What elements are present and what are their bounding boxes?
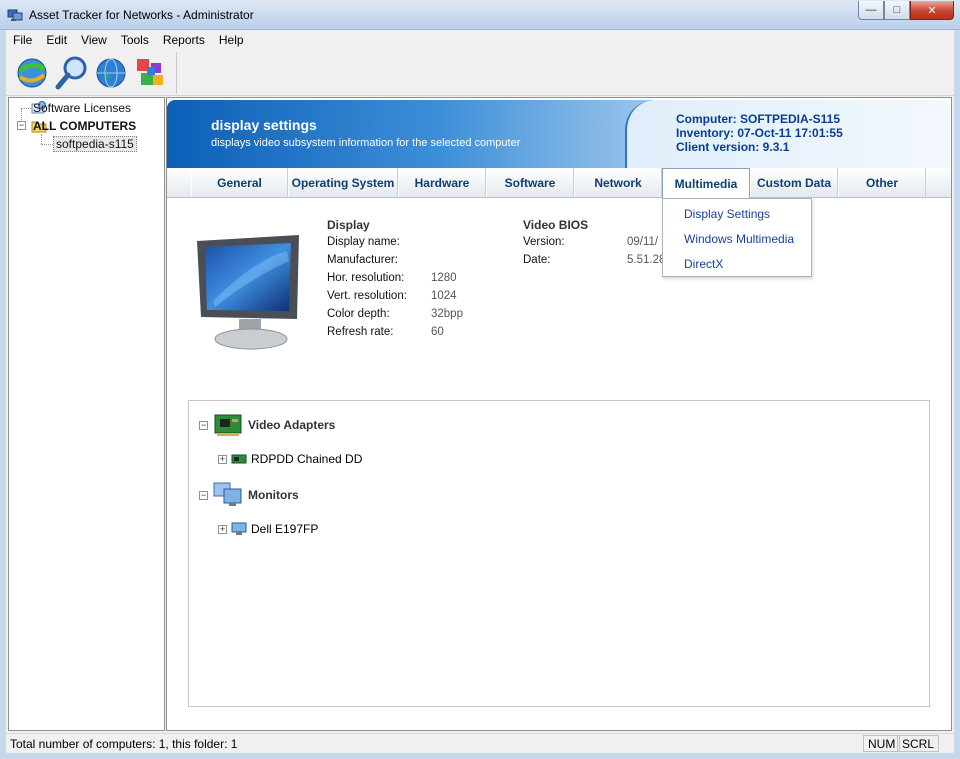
video-adapters-label: Video Adapters — [248, 418, 336, 432]
menu-bar: File Edit View Tools Reports Help — [6, 30, 954, 50]
vert-resolution-value: 1024 — [431, 290, 457, 302]
refresh-rate-value: 60 — [431, 326, 444, 338]
bios-date-value: 5.51.28 — [627, 254, 666, 266]
hor-resolution-label: Hor. resolution: — [327, 272, 405, 284]
video-card-small-icon — [231, 454, 247, 464]
window-title: Asset Tracker for Networks - Administrat… — [29, 8, 254, 22]
title-bar: Asset Tracker for Networks - Administrat… — [0, 0, 960, 30]
tree-item-softpedia-s115[interactable]: softpedia-s115 — [53, 136, 137, 152]
maximize-button[interactable]: □ — [884, 1, 910, 20]
computer-name: Computer: SOFTPEDIA-S115 — [676, 112, 841, 126]
dropdown-display-settings[interactable]: Display Settings — [684, 207, 770, 221]
device-group-monitors[interactable]: − Monitors — [199, 479, 299, 511]
page-title: display settings — [211, 117, 317, 133]
window-frame-bottom — [0, 753, 960, 759]
toolbar — [6, 50, 954, 96]
tab-hardware[interactable]: Hardware — [398, 168, 486, 197]
expander-dell-e197fp[interactable]: + — [218, 524, 227, 534]
tree-item-software-licenses[interactable]: Software Licenses — [31, 101, 131, 115]
color-depth-value: 32bpp — [431, 308, 463, 320]
refresh-rate-label: Refresh rate: — [327, 326, 394, 338]
multimedia-dropdown: Display Settings Windows Multimedia Dire… — [662, 198, 812, 277]
device-item-dell-e197fp[interactable]: + Dell E197FP — [218, 522, 318, 536]
monitors-label: Monitors — [248, 488, 299, 502]
tab-operating-system[interactable]: Operating System — [288, 168, 398, 197]
scroll-lock-indicator: SCRL — [897, 735, 940, 752]
menu-file[interactable]: File — [6, 33, 39, 47]
globe-icon[interactable] — [93, 55, 129, 91]
close-button[interactable]: ✕ — [910, 1, 954, 20]
monitor-illustration — [197, 235, 299, 350]
menu-tools[interactable]: Tools — [114, 33, 156, 47]
manufacturer-label: Manufacturer: — [327, 254, 398, 266]
video-card-icon — [214, 414, 242, 436]
tab-software[interactable]: Software — [486, 168, 574, 197]
dell-e197fp-label: Dell E197FP — [251, 522, 319, 536]
menu-reports[interactable]: Reports — [156, 33, 212, 47]
bios-version-value: 09/11/ — [627, 236, 659, 248]
expander-video-adapters[interactable]: − — [199, 420, 208, 430]
tree-expander-all-computers[interactable]: − — [17, 121, 26, 130]
video-bios-heading: Video BIOS — [523, 218, 589, 232]
computer-tree: Software Licenses − ALL COMPUTERS softpe… — [8, 97, 165, 731]
dropdown-windows-multimedia[interactable]: Windows Multimedia — [684, 232, 794, 246]
minimize-button[interactable]: — — [858, 1, 884, 20]
menu-view[interactable]: View — [74, 33, 114, 47]
dropdown-directx[interactable]: DirectX — [684, 257, 723, 271]
hor-resolution-value: 1280 — [431, 272, 457, 284]
tab-other[interactable]: Other — [838, 168, 926, 197]
status-text: Total number of computers: 1, this folde… — [10, 737, 238, 751]
computer-info: Computer: SOFTPEDIA-S115 Inventory: 07-O… — [676, 112, 843, 154]
minimize-icon: — — [865, 4, 877, 16]
bios-version-label: Version: — [523, 236, 565, 248]
display-name-label: Display name: — [327, 236, 400, 248]
window-frame-right — [954, 30, 960, 753]
client-version: Client version: 9.3.1 — [676, 140, 790, 154]
maximize-icon: □ — [893, 4, 901, 16]
color-depth-label: Color depth: — [327, 308, 390, 320]
bios-date-label: Date: — [523, 254, 551, 266]
menu-edit[interactable]: Edit — [39, 33, 74, 47]
inventory-date: Inventory: 07-Oct-11 17:01:55 — [676, 126, 843, 140]
search-icon[interactable] — [54, 55, 90, 91]
tab-custom-data[interactable]: Custom Data — [750, 168, 838, 197]
tab-network[interactable]: Network — [574, 168, 662, 197]
toolbar-separator — [176, 52, 177, 94]
main-panel: display settings displays video subsyste… — [166, 97, 952, 731]
app-icon — [7, 9, 23, 21]
status-bar: Total number of computers: 1, this folde… — [6, 733, 954, 753]
tab-bar: General Operating System Hardware Softwa… — [167, 168, 951, 198]
monitor-small-icon — [231, 522, 247, 535]
num-lock-indicator: NUM — [863, 735, 901, 752]
monitors-icon — [213, 482, 242, 506]
expander-monitors[interactable]: − — [199, 490, 208, 500]
vert-resolution-label: Vert. resolution: — [327, 290, 407, 302]
window-frame-left — [0, 30, 6, 753]
tab-multimedia[interactable]: Multimedia — [662, 168, 750, 198]
menu-help[interactable]: Help — [212, 33, 251, 47]
refresh-globe-icon[interactable] — [14, 55, 50, 91]
close-icon: ✕ — [927, 4, 937, 17]
expander-rdpdd[interactable]: + — [218, 454, 227, 464]
page-subtitle: displays video subsystem information for… — [211, 137, 521, 149]
device-tree: − Video Adapters + RDPDD Chained DD − Mo… — [188, 400, 930, 707]
tree-item-all-computers[interactable]: ALL COMPUTERS — [31, 119, 136, 133]
network-blocks-icon[interactable] — [133, 55, 169, 91]
display-heading: Display — [327, 218, 370, 232]
device-item-rdpdd[interactable]: + RDPDD Chained DD — [218, 452, 362, 466]
tab-general[interactable]: General — [191, 168, 288, 197]
device-group-video-adapters[interactable]: − Video Adapters — [199, 409, 335, 441]
rdpdd-label: RDPDD Chained DD — [251, 452, 363, 466]
